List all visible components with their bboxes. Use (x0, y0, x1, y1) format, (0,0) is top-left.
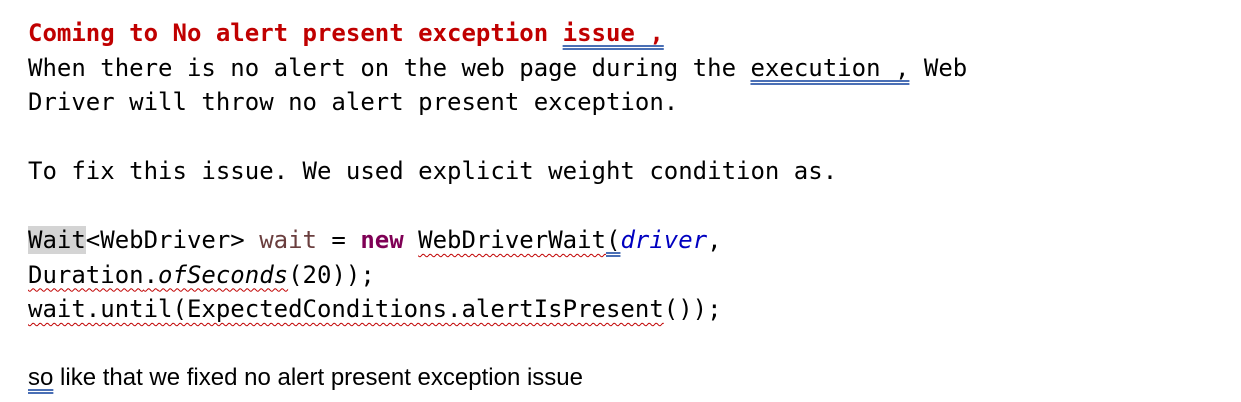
code-type-generic: <WebDriver> (85, 226, 260, 254)
code-duration-call[interactable]: Duration.ofSeconds (28, 261, 288, 289)
code-dot: . (143, 260, 159, 289)
line1-marked-word[interactable]: execution , (750, 54, 909, 82)
document-body: Coming to No alert present exception iss… (28, 16, 1228, 396)
code-duration-args: (20)); (288, 260, 375, 289)
closing-marked-word[interactable]: so (28, 364, 53, 391)
heading-marked-word[interactable]: issue , (563, 19, 664, 47)
code-line-1: Wait<WebDriver> wait = new WebDriverWait… (28, 223, 1228, 258)
code-type-name[interactable]: Wait (28, 226, 86, 254)
code-keyword-new: new (360, 226, 404, 254)
paragraph-line-1: When there is no alert on the web page d… (28, 51, 1228, 86)
line1-after: Web (909, 53, 968, 82)
code-comma: , (707, 226, 722, 254)
code-line-3: wait.until(ExpectedConditions.alertIsPre… (28, 292, 1228, 327)
section-heading: Coming to No alert present exception iss… (28, 16, 1228, 51)
code-var-name: wait (259, 226, 317, 254)
code-line-2: Duration.ofSeconds(20)); (28, 258, 1228, 293)
line1-before: When there is no alert on the web page d… (28, 53, 751, 82)
code-until-call[interactable]: wait.until(ExpectedConditions.alertIsPre… (28, 295, 664, 323)
code-until-close: ()); (663, 295, 722, 323)
code-param-driver: driver (620, 226, 708, 254)
closing-rest: like that we fixed no alert present exce… (53, 364, 583, 391)
heading-text: Coming to No alert present exception (28, 19, 563, 47)
closing-sentence: so like that we fixed no alert present e… (28, 361, 1228, 396)
code-of-seconds: ofSeconds (158, 260, 289, 289)
code-assign: = (316, 226, 361, 254)
code-constructor-name[interactable]: WebDriverWait (418, 226, 606, 254)
code-open-paren: ( (606, 226, 621, 254)
code-duration-class: Duration (28, 260, 144, 289)
paragraph-line-2: Driver will throw no alert present excep… (28, 88, 679, 116)
fix-paragraph: To fix this issue. We used explicit weig… (28, 157, 838, 185)
